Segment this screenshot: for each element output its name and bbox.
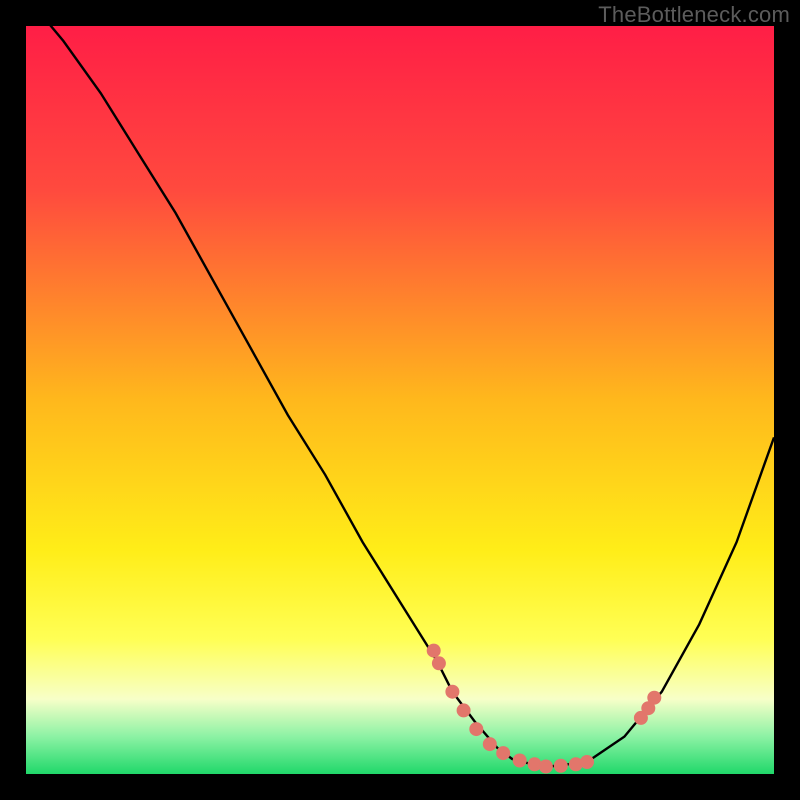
gradient-background <box>26 26 774 774</box>
sample-point <box>427 644 441 658</box>
attribution-text: TheBottleneck.com <box>598 2 790 28</box>
sample-point <box>513 754 527 768</box>
sample-point <box>554 759 568 773</box>
chart-frame: TheBottleneck.com <box>0 0 800 800</box>
sample-point <box>483 737 497 751</box>
sample-point <box>445 685 459 699</box>
sample-point <box>580 755 594 769</box>
sample-point <box>432 656 446 670</box>
sample-point <box>496 746 510 760</box>
sample-point <box>647 691 661 705</box>
plot-area <box>26 26 774 774</box>
sample-point <box>539 760 553 774</box>
sample-point <box>469 722 483 736</box>
chart-svg <box>26 26 774 774</box>
sample-point <box>457 703 471 717</box>
